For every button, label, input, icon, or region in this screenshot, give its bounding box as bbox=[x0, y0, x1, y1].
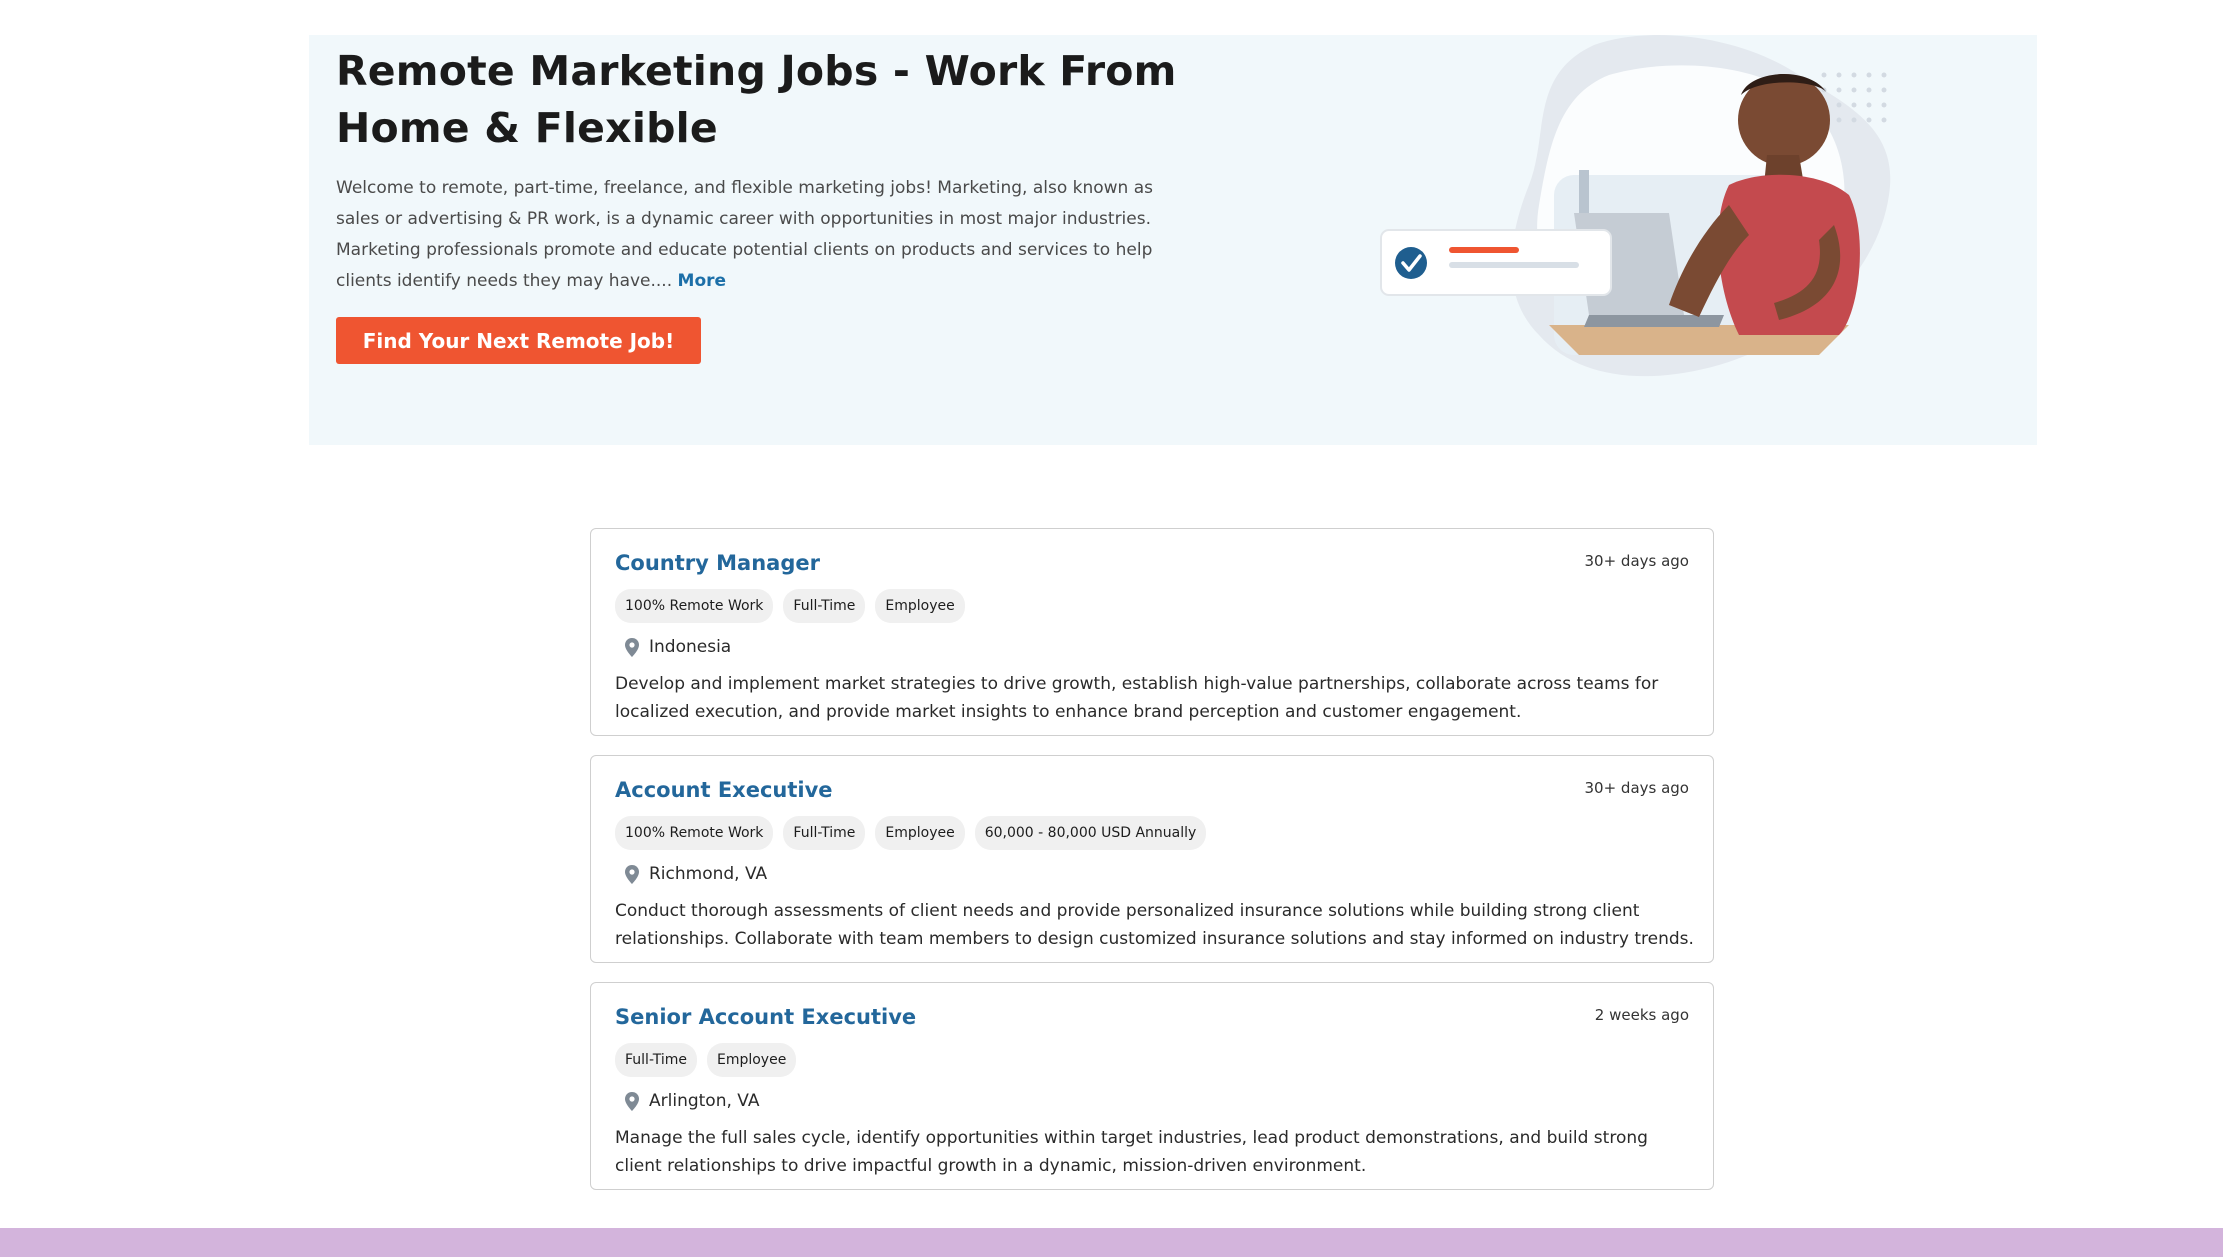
job-title-link[interactable]: Account Executive bbox=[615, 778, 833, 802]
job-location: Indonesia bbox=[625, 637, 731, 657]
location-text: Indonesia bbox=[649, 637, 732, 657]
location-text: Richmond, VA bbox=[649, 864, 768, 884]
tag-salary: 60,000 - 80,000 USD Annually bbox=[974, 816, 1207, 850]
job-location: Richmond, VA bbox=[625, 864, 767, 884]
tag-type: Employee bbox=[706, 1043, 797, 1077]
job-location: Arlington, VA bbox=[625, 1091, 759, 1111]
posted-age: 2 weeks ago bbox=[1594, 1006, 1689, 1024]
tag-type: Employee bbox=[875, 589, 965, 623]
job-description: Conduct thorough assessments of client n… bbox=[615, 901, 1694, 949]
tag-schedule: Full-Time bbox=[783, 589, 866, 623]
hero-banner: Remote Marketing Jobs - Work From Home &… bbox=[309, 35, 2037, 445]
location-text: Arlington, VA bbox=[649, 1091, 760, 1111]
job-title-link[interactable]: Senior Account Executive bbox=[615, 1005, 916, 1029]
job-card[interactable]: Country Manager 30+ days ago 100% Remote… bbox=[590, 528, 1714, 736]
more-link[interactable]: More bbox=[678, 271, 727, 291]
job-tags: 100% Remote Work Full-Time Employee 60,0… bbox=[615, 816, 1207, 850]
job-description: Develop and implement market strategies … bbox=[615, 674, 1659, 722]
location-pin-icon bbox=[625, 1091, 639, 1111]
hero-description: Welcome to remote, part-time, freelance,… bbox=[336, 173, 1196, 297]
job-tags: 100% Remote Work Full-Time Employee bbox=[615, 589, 965, 623]
tag-remote: 100% Remote Work bbox=[615, 816, 774, 850]
job-title-link[interactable]: Country Manager bbox=[615, 551, 820, 575]
job-card[interactable]: Account Executive 30+ days ago 100% Remo… bbox=[590, 755, 1714, 963]
job-tags: Full-Time Employee bbox=[615, 1043, 797, 1077]
find-remote-job-button[interactable]: Find Your Next Remote Job! bbox=[336, 317, 701, 364]
posted-age: 30+ days ago bbox=[1584, 552, 1690, 570]
person-working-on-laptop-illustration bbox=[1380, 35, 1891, 377]
posted-age: 30+ days ago bbox=[1584, 779, 1690, 797]
tag-schedule: Full-Time bbox=[615, 1043, 697, 1077]
hero-description-text: Welcome to remote, part-time, freelance,… bbox=[336, 178, 1154, 291]
tag-remote: 100% Remote Work bbox=[615, 589, 774, 623]
location-pin-icon bbox=[625, 864, 639, 884]
job-description: Manage the full sales cycle, identify op… bbox=[615, 1128, 1648, 1176]
tag-type: Employee bbox=[875, 816, 965, 850]
tag-schedule: Full-Time bbox=[783, 816, 866, 850]
footer-band bbox=[0, 1228, 2223, 1257]
page-title: Remote Marketing Jobs - Work From Home &… bbox=[336, 47, 1177, 152]
location-pin-icon bbox=[625, 637, 639, 657]
job-card[interactable]: Senior Account Executive 2 weeks ago Ful… bbox=[590, 982, 1714, 1190]
